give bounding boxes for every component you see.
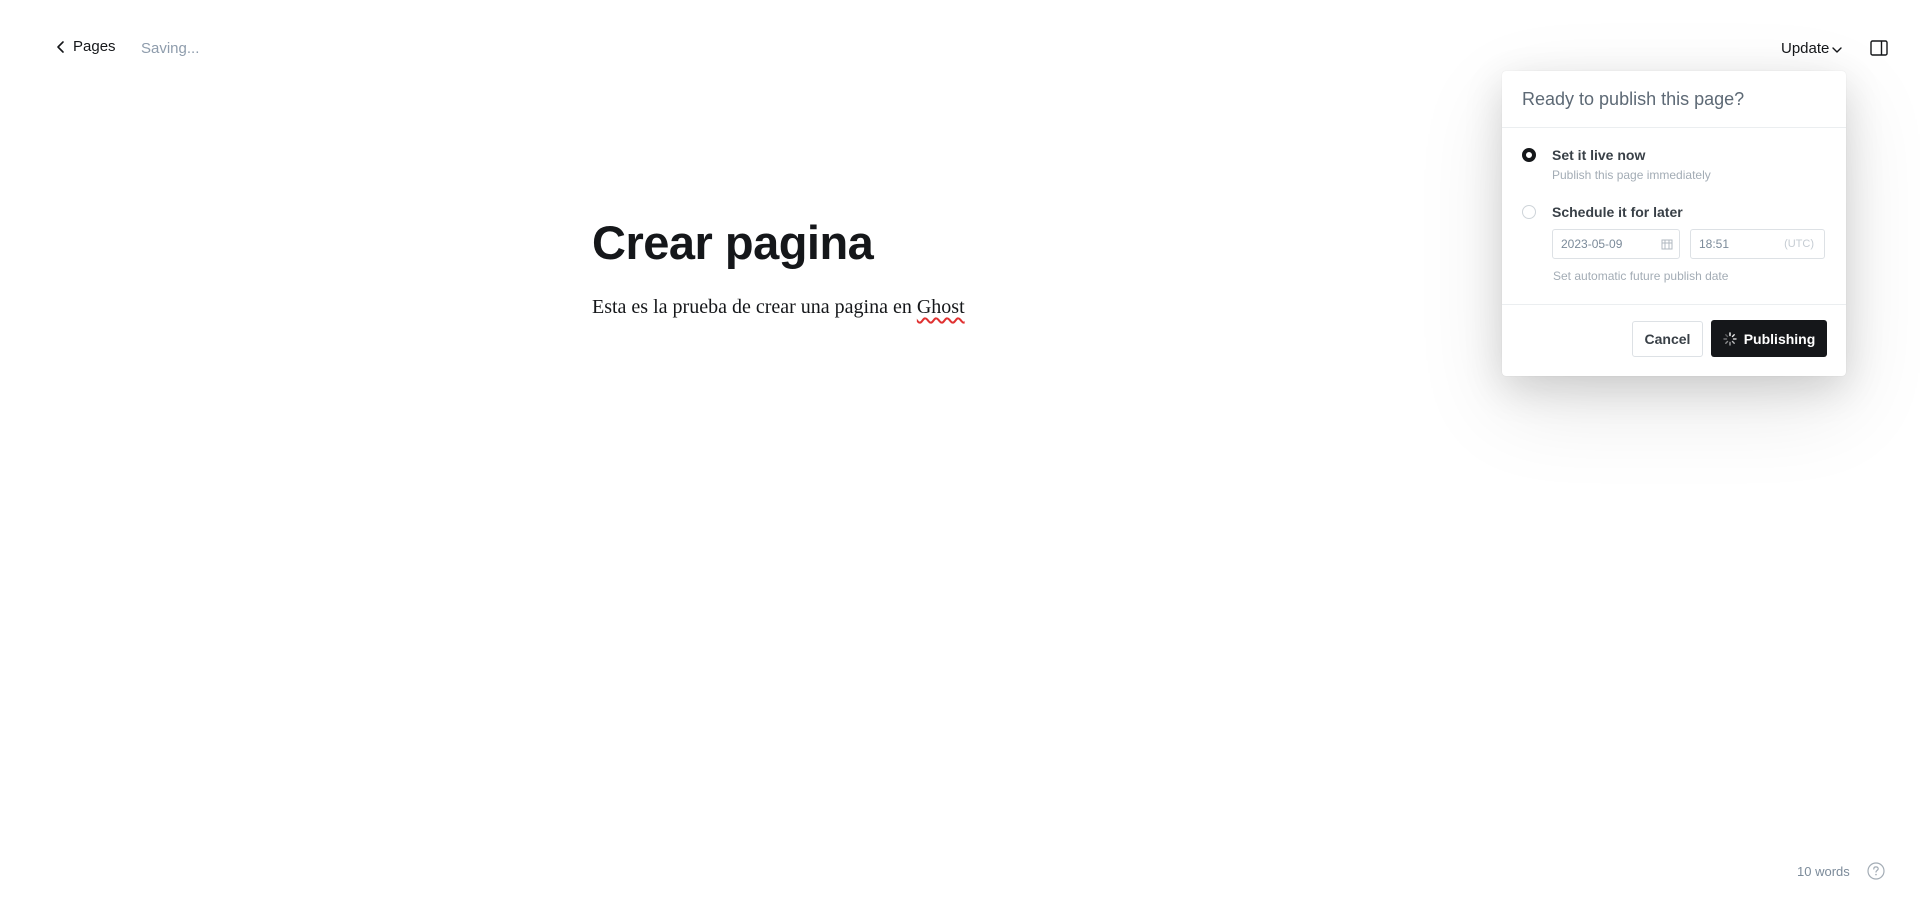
word-count: 10 words	[1797, 864, 1850, 879]
cancel-button[interactable]: Cancel	[1632, 321, 1703, 357]
misspelled-word: Ghost	[916, 296, 965, 318]
publish-menu-footer	[1502, 304, 1846, 305]
timezone-label: (UTC)	[1784, 238, 1814, 250]
chevron-down-icon	[1832, 47, 1843, 53]
schedule-date-input[interactable]: 2023-05-09	[1552, 229, 1680, 259]
publish-menu-title: Ready to publish this page?	[1522, 88, 1745, 109]
update-label: Update	[1781, 40, 1830, 57]
publish-button[interactable]: Publishing	[1711, 320, 1827, 357]
sidebar-toggle-icon[interactable]	[1870, 40, 1888, 56]
option-schedule-label: Schedule it for later	[1552, 204, 1683, 220]
back-to-pages-link[interactable]: Pages	[55, 38, 116, 55]
option-publish-now-label: Set it live now	[1552, 147, 1646, 163]
publish-menu-header: Ready to publish this page?	[1502, 71, 1846, 128]
help-circle-icon[interactable]	[1867, 862, 1885, 880]
update-menu-trigger[interactable]: Update	[1781, 40, 1843, 57]
option-publish-now-description: Publish this page immediately	[1552, 168, 1711, 182]
schedule-time-input[interactable]: 18:51 (UTC)	[1690, 229, 1825, 259]
body-text: Esta es la prueba de crear una pagina en	[592, 296, 917, 318]
radio-schedule[interactable]	[1522, 205, 1536, 219]
page-title[interactable]: Crear pagina	[592, 215, 1312, 271]
save-status: Saving...	[141, 40, 200, 57]
page-body[interactable]: Esta es la prueba de crear una pagina en…	[592, 293, 1312, 321]
schedule-hint: Set automatic future publish date	[1553, 269, 1729, 283]
radio-publish-now[interactable]	[1522, 148, 1536, 162]
spinner-icon	[1723, 331, 1737, 346]
editor-canvas: Crear pagina Esta es la prueba de crear …	[592, 215, 1312, 321]
calendar-icon	[1661, 239, 1673, 250]
chevron-left-icon	[57, 40, 64, 53]
publish-button-label: Publishing	[1743, 330, 1816, 347]
back-label: Pages	[73, 38, 116, 55]
schedule-time-value: 18:51	[1699, 237, 1730, 251]
schedule-date-value: 2023-05-09	[1561, 237, 1623, 251]
